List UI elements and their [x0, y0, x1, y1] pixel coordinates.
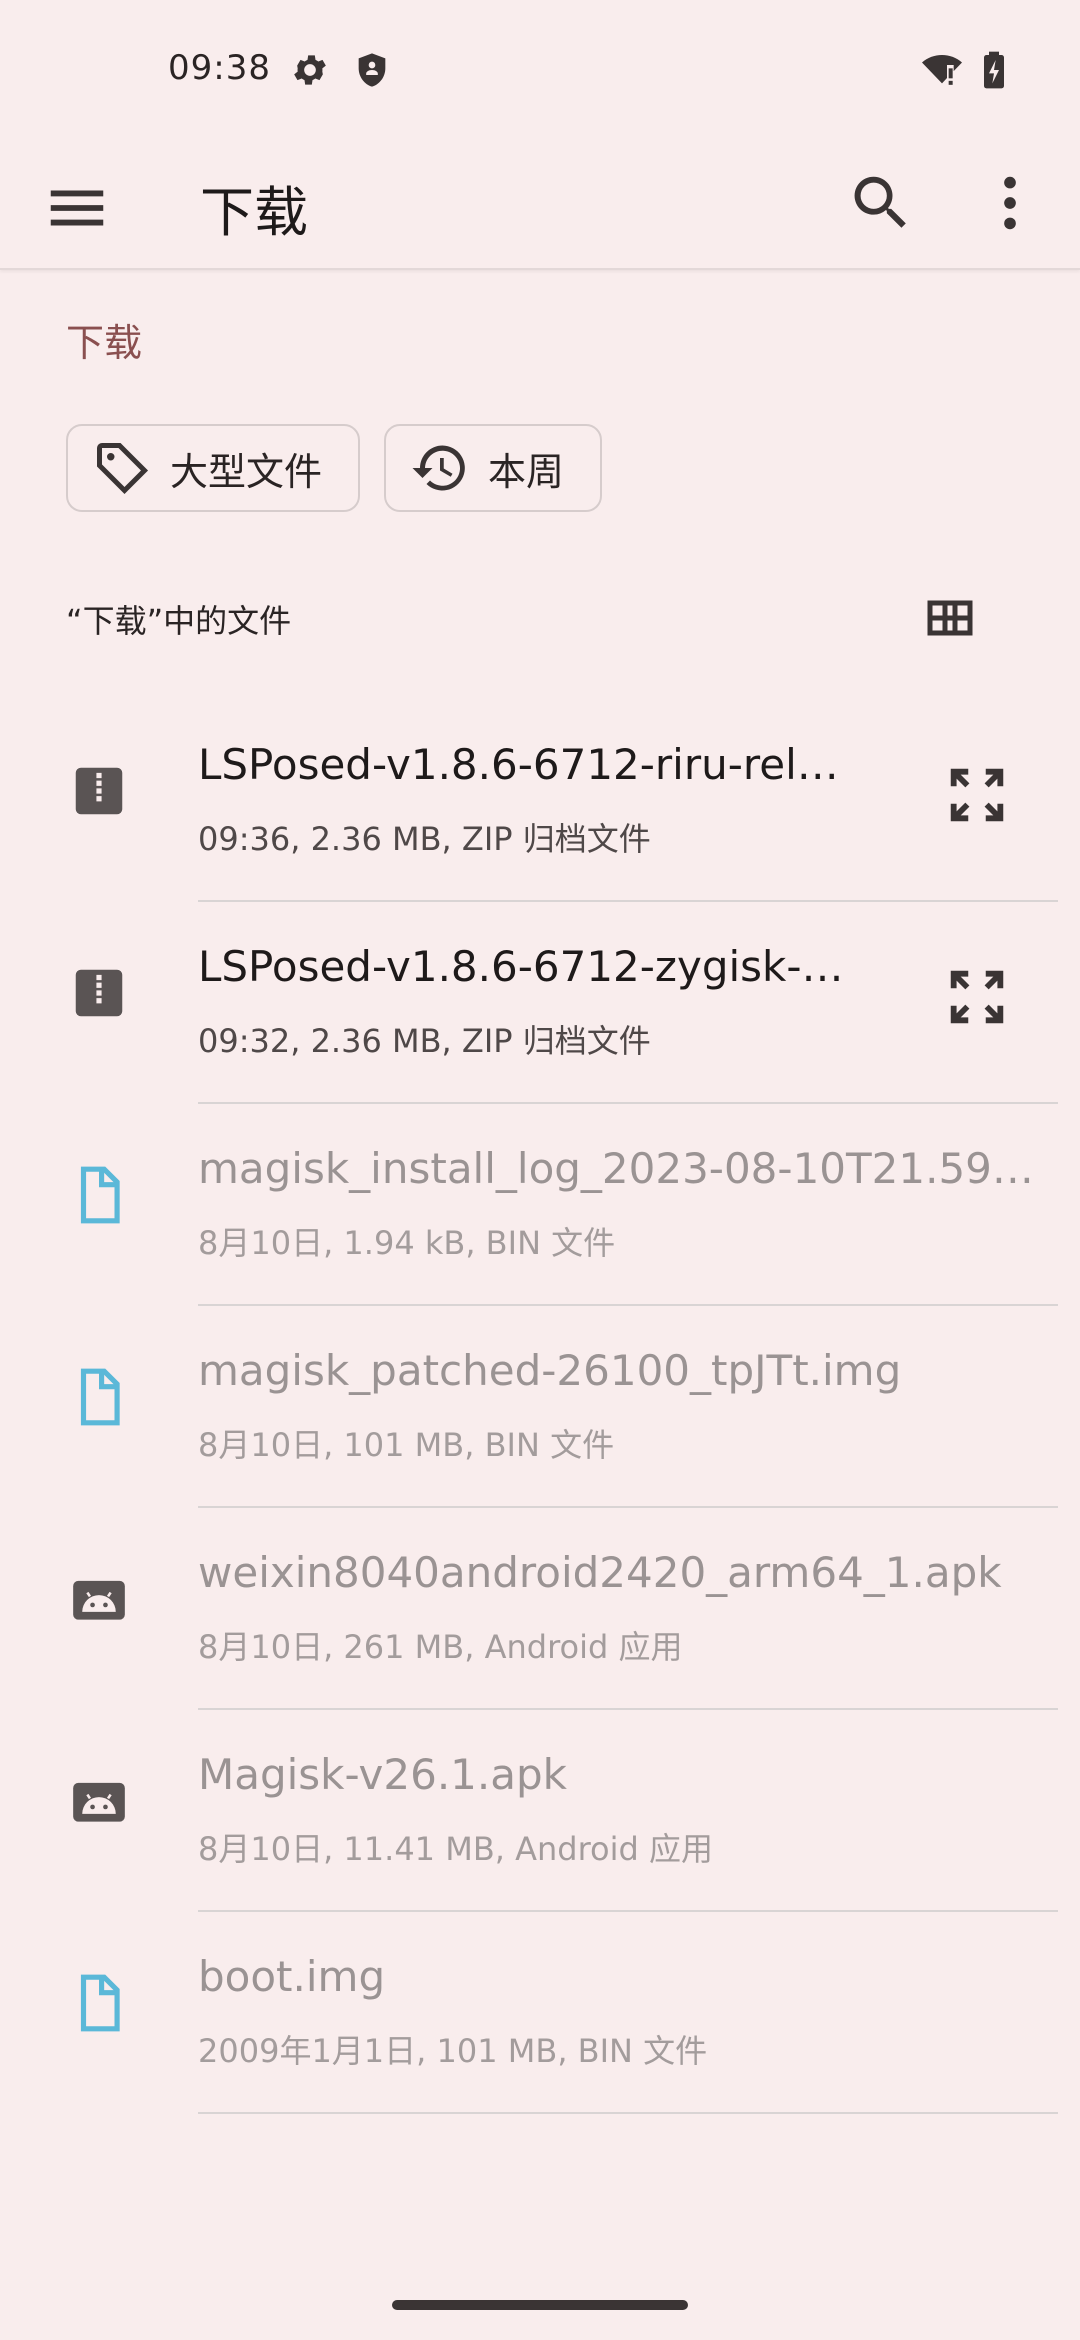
more-options-button[interactable]: [975, 168, 1045, 238]
zip-icon: [68, 760, 130, 822]
file-name: magisk_patched-26100_tpJTt.img: [198, 1346, 902, 1395]
chip-label: 本周: [488, 449, 565, 494]
file-name: weixin8040android2420_arm64_1.apk: [198, 1548, 1002, 1597]
status-time: 09:38: [168, 48, 271, 88]
file-name: Magisk-v26.1.apk: [198, 1750, 567, 1799]
divider: [198, 2112, 1058, 2114]
file-meta: 8月10日, 101 MB, BIN 文件: [198, 1426, 615, 1464]
list-item[interactable]: weixin8040android2420_arm64_1.apk 8月10日,…: [0, 1508, 1080, 1710]
settings-icon: [290, 50, 330, 90]
chip-this-week[interactable]: 本周: [384, 424, 602, 512]
file-meta: 09:36, 2.36 MB, ZIP 归档文件: [198, 820, 651, 858]
extract-button[interactable]: [942, 760, 1012, 830]
list-item[interactable]: LSPosed-v1.8.6-6712-zygisk-re... 09:32, …: [0, 902, 1080, 1104]
menu-icon: [50, 190, 104, 226]
wifi-alert-icon: [920, 50, 962, 90]
search-icon: [854, 176, 906, 228]
battery-charging-icon: [976, 50, 1016, 90]
search-button[interactable]: [846, 168, 916, 238]
extract-button[interactable]: [942, 962, 1012, 1032]
file-name: LSPosed-v1.8.6-6712-zygisk-re...: [198, 942, 848, 991]
history-icon: [412, 445, 465, 491]
android-icon: [68, 1770, 130, 1832]
file-meta: 09:32, 2.36 MB, ZIP 归档文件: [198, 1022, 651, 1060]
expand-arrows-icon: [950, 970, 1004, 1024]
chip-large-files[interactable]: 大型文件: [66, 424, 360, 512]
file-name: boot.img: [198, 1952, 386, 2001]
list-item[interactable]: magisk_install_log_2023-08-10T21.59.28.l…: [0, 1104, 1080, 1306]
app-bar: 下载: [0, 140, 1080, 270]
zip-icon: [68, 962, 130, 1024]
expand-arrows-icon: [950, 768, 1004, 822]
file-name: magisk_install_log_2023-08-10T21.59.28.l…: [198, 1144, 1038, 1193]
file-icon: [68, 1366, 130, 1428]
file-name: LSPosed-v1.8.6-6712-riru-relea...: [198, 740, 848, 789]
status-bar: 09:38: [0, 0, 1080, 140]
file-meta: 8月10日, 11.41 MB, Android 应用: [198, 1830, 714, 1868]
list-item[interactable]: Magisk-v26.1.apk 8月10日, 11.41 MB, Androi…: [0, 1710, 1080, 1912]
list-item[interactable]: magisk_patched-26100_tpJTt.img 8月10日, 10…: [0, 1306, 1080, 1508]
more-vert-icon: [1004, 176, 1016, 230]
file-meta: 8月10日, 1.94 kB, BIN 文件: [198, 1224, 616, 1262]
file-meta: 2009年1月1日, 101 MB, BIN 文件: [198, 2032, 708, 2070]
gesture-nav-handle[interactable]: [392, 2300, 688, 2310]
grid-view-button[interactable]: [920, 588, 980, 648]
chip-label: 大型文件: [170, 449, 323, 494]
page-title: 下载: [200, 181, 308, 244]
shield-icon: [352, 50, 392, 90]
android-icon: [68, 1568, 130, 1630]
grid-view-icon: [927, 600, 973, 636]
file-icon: [68, 1164, 130, 1226]
breadcrumb[interactable]: 下载: [66, 312, 142, 367]
list-item[interactable]: LSPosed-v1.8.6-6712-riru-relea... 09:36,…: [0, 700, 1080, 902]
file-meta: 8月10日, 261 MB, Android 应用: [198, 1628, 683, 1666]
file-icon: [68, 1972, 130, 2034]
menu-button[interactable]: [42, 173, 112, 243]
list-item[interactable]: boot.img 2009年1月1日, 101 MB, BIN 文件: [0, 1912, 1080, 2114]
section-header: “下载”中的文件: [66, 602, 292, 640]
tag-icon: [97, 443, 149, 495]
